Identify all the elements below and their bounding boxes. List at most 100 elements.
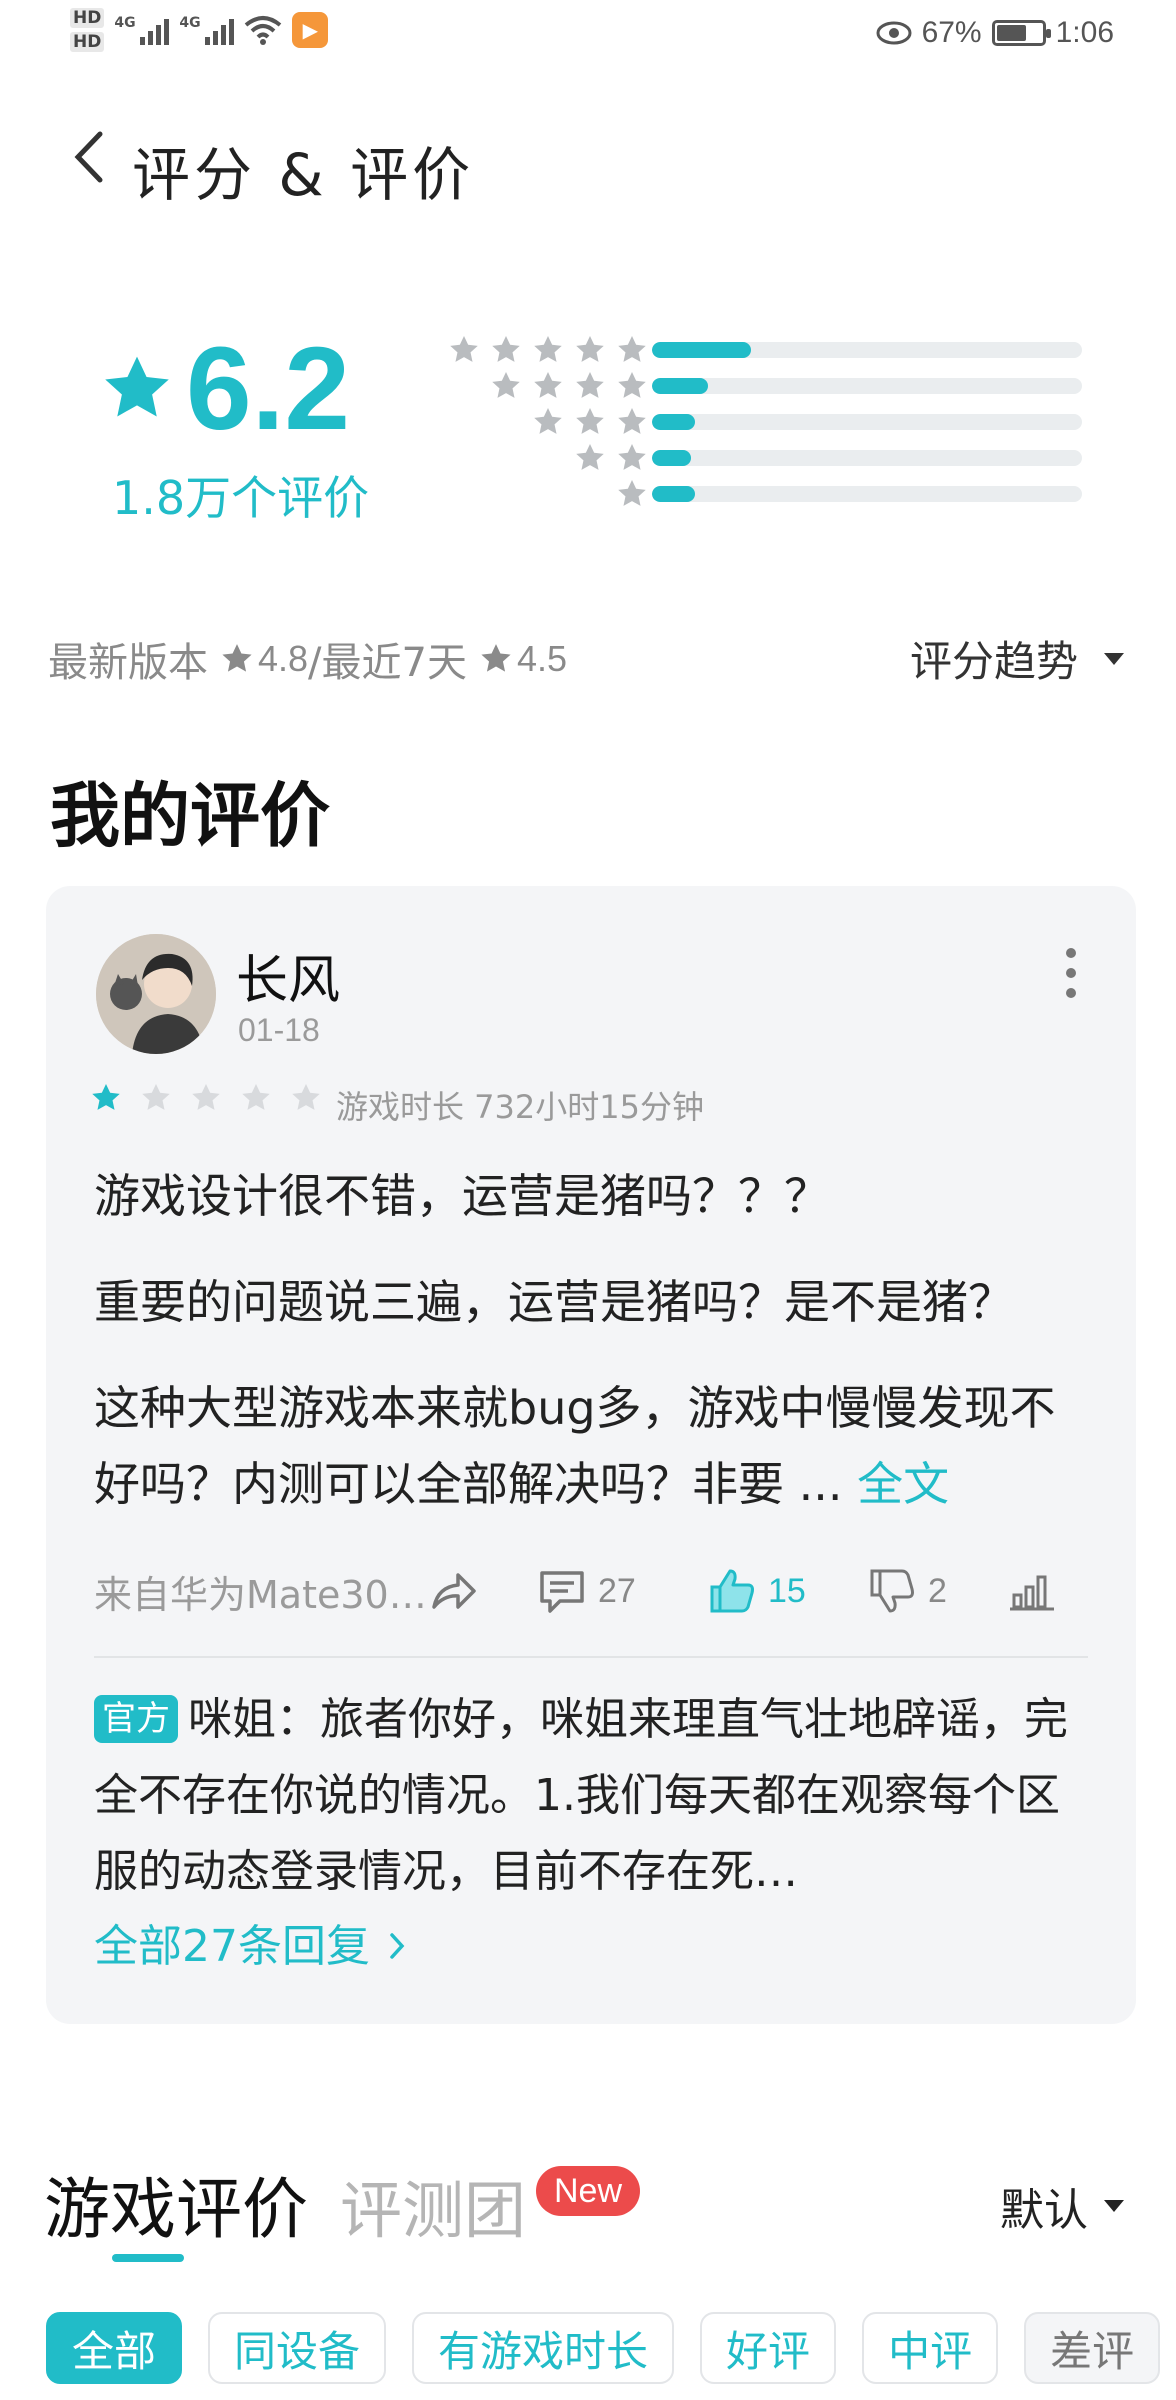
dislike-button[interactable]: 2: [864, 1563, 1004, 1619]
sort-dropdown[interactable]: 默认: [1000, 2174, 1124, 2238]
caret-down-icon: [1104, 652, 1124, 665]
device-source: 来自华为Mate30…: [94, 1572, 424, 1617]
username: 长风: [236, 951, 341, 1011]
like-button[interactable]: 15: [704, 1563, 864, 1619]
distribution-bar: [652, 342, 1082, 358]
app-notification-icon: ▶: [292, 12, 329, 48]
sort-label: 默认: [1000, 2185, 1088, 2236]
my-review-card: 长风 01-18 游戏时长 732小时15分钟 游戏设计很不错，运营是猪吗？？？…: [46, 886, 1136, 2024]
review-actions: 来自华为Mate30… 27 15 2: [94, 1556, 1134, 1626]
star-icon: [222, 644, 252, 672]
distribution-bar-fill: [652, 378, 708, 394]
filter-chip[interactable]: 中评: [862, 2312, 999, 2384]
official-badge: 官方: [94, 1695, 178, 1743]
distribution-row-5-star: [430, 330, 1090, 366]
distribution-bar: [652, 450, 1082, 466]
filter-chip[interactable]: 同设备: [208, 2312, 387, 2384]
review-date: 01-18: [238, 1012, 320, 1048]
play-time: 游戏时长 732小时15分钟: [336, 1088, 704, 1126]
distribution-bar-fill: [652, 450, 691, 466]
star-icon: [450, 336, 478, 362]
tab-game-reviews[interactable]: 游戏评价: [44, 2156, 308, 2252]
star-icon: [618, 408, 646, 434]
official-reply[interactable]: 官方 咪姐：旅者你好，咪姐来理直气壮地辟谣，完全不存在你说的情况。1.我们每天都在…: [94, 1682, 1094, 1910]
new-badge: New: [536, 2166, 641, 2216]
star-icon: [492, 372, 520, 398]
latest-version-label: 最新版本: [48, 640, 208, 686]
tab-active-indicator: [112, 2254, 184, 2262]
status-right: 67% 1:06: [876, 16, 1114, 50]
star-icon: [142, 1084, 170, 1110]
star-icon: [534, 372, 562, 398]
filter-chip[interactable]: 全部: [46, 2312, 183, 2384]
hd-indicators: HD HD: [70, 8, 105, 52]
avatar-image: [96, 934, 216, 1054]
clock: 1:06: [1055, 16, 1114, 49]
review-paragraph: 游戏设计很不错，运营是猪吗？？？: [94, 1169, 830, 1223]
top-bar: 评分 & 评价: [0, 110, 1176, 210]
distribution-bar-fill: [652, 486, 695, 502]
filter-chip[interactable]: 有游戏时长: [412, 2312, 675, 2384]
comment-count: 27: [598, 1571, 636, 1610]
rating-distribution: [430, 330, 1090, 510]
chevron-left-icon: [74, 131, 103, 183]
hd-indicator-2: HD: [70, 32, 105, 52]
comment-icon: [540, 1571, 584, 1613]
official-reply-text: 咪姐：旅者你好，咪姐来理直气壮地辟谣，完全不存在你说的情况。1.我们每天都在观察…: [94, 1694, 1068, 1897]
review-paragraph-truncated: 这种大型游戏本来就bug多，游戏中慢慢发现不好吗？内测可以全部解决吗？非要 ..…: [94, 1370, 1094, 1522]
filter-chip[interactable]: 好评: [700, 2312, 837, 2384]
rating-trend-label: 评分趋势: [909, 637, 1078, 686]
more-options-button[interactable]: [1056, 948, 1086, 998]
star-icon: [618, 444, 646, 470]
network-type-2: 4G: [179, 15, 201, 31]
page-title: 评分 & 评价: [132, 141, 475, 209]
filter-chips: 全部 同设备 有游戏时长 好评 中评 差评: [46, 2312, 1161, 2384]
distribution-bar: [652, 378, 1082, 394]
signal-icon: 4G: [114, 15, 170, 45]
star-icon: [481, 644, 511, 672]
star-icon: [576, 336, 604, 362]
signal-icon: 4G: [179, 15, 235, 45]
avatar[interactable]: [96, 934, 216, 1054]
dislike-count: 2: [928, 1571, 947, 1610]
rating-trend-dropdown[interactable]: 评分趋势: [910, 628, 1124, 689]
distribution-row-4-star: [430, 366, 1090, 402]
review-star-rating: [90, 1082, 322, 1114]
star-icon: [242, 1084, 270, 1110]
stats-button[interactable]: [1004, 1563, 1060, 1619]
distribution-stars: [574, 442, 648, 474]
battery-percent: 67%: [921, 16, 982, 49]
star-icon: [618, 480, 646, 506]
comment-button[interactable]: 27: [534, 1563, 704, 1619]
latest-version-score: 4.8: [258, 638, 309, 679]
all-replies-link[interactable]: 全部27条回复: [94, 1910, 410, 1974]
distribution-stars: [490, 370, 648, 402]
rating-count: 1.8万个评价: [112, 471, 370, 525]
star-icon: [492, 336, 520, 362]
distribution-bar-fill: [652, 414, 695, 430]
star-icon: [92, 1084, 120, 1110]
star-icon: [105, 356, 169, 417]
review-body: 游戏设计很不错，运营是猪吗？？？ 重要的问题说三遍，运营是猪吗？是不是猪？ 这种…: [94, 1158, 1094, 1552]
wifi-icon: [245, 16, 282, 45]
filter-chip[interactable]: 差评: [1024, 2312, 1161, 2384]
bar-chart-icon: [1010, 1575, 1054, 1611]
caret-down-icon: [1104, 2200, 1124, 2212]
star-icon: [576, 408, 604, 434]
star-icon: [576, 444, 604, 470]
star-icon: [192, 1084, 220, 1110]
thumbs-down-icon: [870, 1569, 914, 1613]
distribution-stars: [448, 334, 648, 366]
star-icon: [618, 372, 646, 398]
status-left: HD HD 4G 4G ▶: [70, 8, 329, 52]
tab-review-team[interactable]: 评测团: [340, 2160, 526, 2250]
share-button[interactable]: [424, 1563, 534, 1619]
distribution-stars: [616, 478, 648, 510]
distribution-stars: [532, 406, 648, 438]
star-icon: [618, 336, 646, 362]
star-icon: [534, 336, 562, 362]
star-icon: [534, 408, 562, 434]
distribution-bar: [652, 414, 1082, 430]
back-button[interactable]: [60, 122, 120, 192]
full-text-link[interactable]: 全文: [857, 1457, 949, 1511]
